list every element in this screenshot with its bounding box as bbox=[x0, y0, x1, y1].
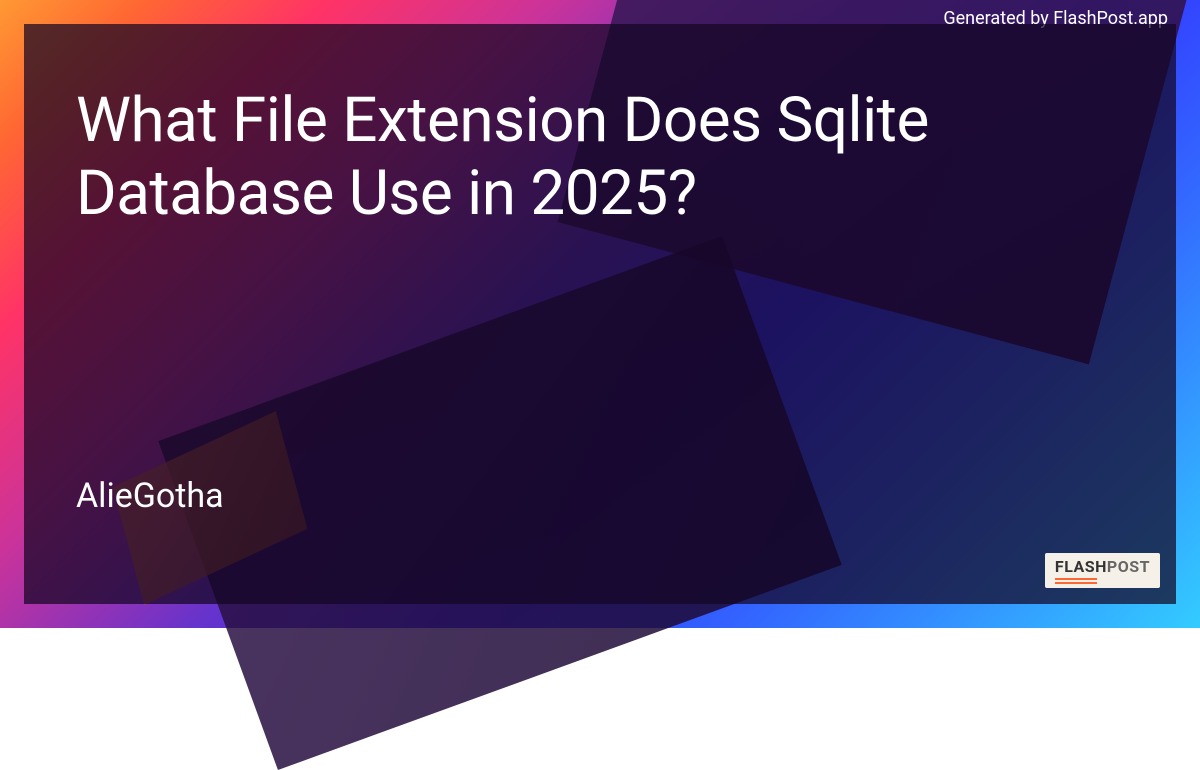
author-name: AlieGotha bbox=[76, 476, 1124, 516]
logo-line bbox=[1055, 582, 1097, 584]
logo-underlines bbox=[1055, 578, 1097, 584]
content-overlay: What File Extension Does Sqlite Database… bbox=[24, 24, 1176, 604]
logo-text: FLASHPOST bbox=[1055, 559, 1150, 575]
logo-post-text: POST bbox=[1107, 557, 1150, 576]
logo-line bbox=[1055, 578, 1097, 580]
flashpost-logo: FLASHPOST bbox=[1045, 553, 1160, 588]
logo-flash-text: FLASH bbox=[1055, 557, 1107, 576]
post-title: What File Extension Does Sqlite Database… bbox=[76, 84, 1124, 230]
